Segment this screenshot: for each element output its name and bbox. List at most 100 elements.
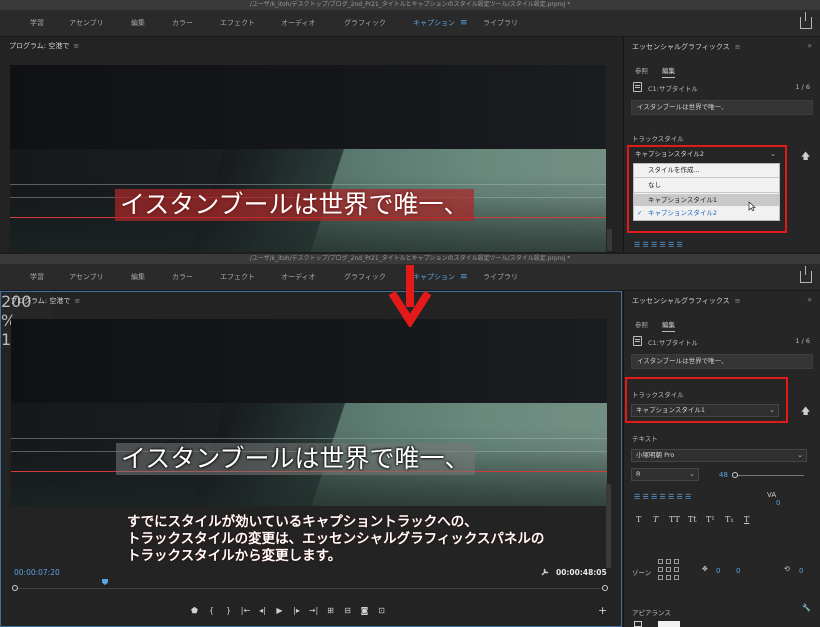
font-size-value[interactable]: 48 xyxy=(719,471,728,479)
down-arrow-icon xyxy=(388,265,432,327)
workspace-menu-icon[interactable]: ≡ xyxy=(460,10,468,37)
caption-text[interactable]: イスタンブールは世界で唯一、 xyxy=(115,189,474,221)
tab-captions[interactable]: キャプション xyxy=(413,10,455,37)
marker-icon[interactable]: ⬟ xyxy=(186,606,203,615)
tracking-value[interactable]: 0 xyxy=(776,499,780,507)
scrollbar[interactable] xyxy=(607,229,612,251)
window-title: /ユーザ/k_itoh/デスクトップ/ブログ_2nd_Pr21_タイトルとキャプ… xyxy=(0,0,820,10)
wrench-icon[interactable]: 🔧 xyxy=(802,604,811,612)
zone-grid-icon[interactable] xyxy=(658,559,663,564)
overwrite-icon[interactable]: ⊟ xyxy=(339,606,356,615)
tab-color[interactable]: カラー xyxy=(172,10,193,37)
zone-grid-icon[interactable] xyxy=(666,559,671,564)
share-icon[interactable] xyxy=(800,12,812,29)
share-icon[interactable] xyxy=(800,266,812,283)
font-value: 小塚明朝 Pro xyxy=(636,451,675,459)
step-back-icon[interactable]: ◂| xyxy=(254,606,271,615)
style-superscript-button[interactable]: T¹ xyxy=(706,515,715,524)
insert-icon[interactable]: ⊞ xyxy=(322,606,339,615)
playhead-icon[interactable] xyxy=(102,579,108,585)
expand-icon[interactable]: » xyxy=(807,41,812,50)
mark-out-icon[interactable]: } xyxy=(220,606,237,615)
video-frame[interactable]: イスタンブールは世界で唯一、 xyxy=(10,65,606,252)
font-size-slider[interactable] xyxy=(734,475,804,476)
align-icons[interactable]: ☰ ☰ ☰ ☰ ☰ ☰ ☰ xyxy=(634,493,691,501)
font-style-select[interactable]: R ⌄ xyxy=(631,468,699,481)
tab-editing[interactable]: 編集 xyxy=(131,264,145,291)
caption-text-field[interactable]: イスタンブールは世界で唯一、 xyxy=(631,354,813,369)
tab-learn[interactable]: 学習 xyxy=(30,264,44,291)
up-arrow-icon[interactable]: 🡅 xyxy=(801,149,810,165)
in-point-handle[interactable] xyxy=(12,585,18,591)
tab-effects[interactable]: エフェクト xyxy=(220,10,255,37)
font-size-slider-handle[interactable] xyxy=(732,472,738,478)
scrollbar[interactable] xyxy=(606,484,611,568)
tab-assembly[interactable]: アセンブリ xyxy=(69,264,104,291)
time-ruler[interactable] xyxy=(15,588,603,589)
tab-learn[interactable]: 学習 xyxy=(30,10,44,37)
tab-audio[interactable]: オーディオ xyxy=(281,264,316,291)
tracking-icon[interactable]: VA xyxy=(767,491,776,499)
add-button[interactable]: + xyxy=(598,604,607,617)
tab-graphics[interactable]: グラフィック xyxy=(344,264,386,291)
position-x-value[interactable]: 0 xyxy=(716,567,720,575)
font-select[interactable]: 小塚明朝 Pro ⌄ xyxy=(631,449,807,462)
tab-libraries[interactable]: ライブラリ xyxy=(483,264,518,291)
tab-assembly[interactable]: アセンブリ xyxy=(69,10,104,37)
essential-graphics-title: エッセンシャルグラフィックス ≡ xyxy=(632,43,741,51)
tab-effects[interactable]: エフェクト xyxy=(220,264,255,291)
tab-graphics[interactable]: グラフィック xyxy=(344,10,386,37)
style-subscript-button[interactable]: T₁ xyxy=(725,515,734,524)
workspace-menu-icon[interactable]: ≡ xyxy=(460,264,468,291)
track-count: 1 / 6 xyxy=(795,337,810,345)
up-arrow-icon[interactable]: 🡅 xyxy=(801,404,810,420)
expand-icon[interactable]: » xyxy=(807,295,812,304)
zone-grid-icon[interactable] xyxy=(674,575,679,580)
play-icon[interactable]: ▶ xyxy=(271,606,288,615)
font-style-value: R xyxy=(636,470,641,478)
tab-edit[interactable]: 編集 xyxy=(662,319,675,332)
style-bold-button[interactable]: T xyxy=(636,515,641,524)
style-underline-button[interactable]: T xyxy=(744,515,749,524)
step-forward-icon[interactable]: |▸ xyxy=(288,606,305,615)
rotation-value[interactable]: 0 xyxy=(799,567,803,575)
caption-text[interactable]: イスタンブールは世界で唯一、 xyxy=(116,443,475,475)
out-point-handle[interactable] xyxy=(602,585,608,591)
tab-color[interactable]: カラー xyxy=(172,264,193,291)
fill-color-swatch[interactable] xyxy=(658,621,680,627)
mark-in-icon[interactable]: { xyxy=(203,606,220,615)
go-to-out-icon[interactable]: →| xyxy=(305,606,322,615)
zone-grid-icon[interactable] xyxy=(666,567,671,572)
current-timecode[interactable]: 00:00:07:20 xyxy=(14,568,60,577)
zone-grid-icon[interactable] xyxy=(658,567,663,572)
tab-browse[interactable]: 参照 xyxy=(635,65,648,75)
program-monitor-title: プログラム: 空港で ≡ xyxy=(9,42,80,50)
tab-browse[interactable]: 参照 xyxy=(635,319,648,329)
zone-grid-icon[interactable] xyxy=(674,559,679,564)
panel-menu-icon[interactable]: ≡ xyxy=(74,297,80,305)
style-italic-button[interactable]: T xyxy=(653,515,658,524)
panel-menu-icon[interactable]: ≡ xyxy=(73,42,79,50)
track-style-label: トラックスタイル xyxy=(632,135,684,143)
camera-icon[interactable]: ◙ xyxy=(356,606,373,615)
panel-menu-icon[interactable]: ≡ xyxy=(735,297,741,305)
style-smallcaps-button[interactable]: Tt xyxy=(688,515,697,524)
panel-menu-icon[interactable]: ≡ xyxy=(735,43,741,51)
wrench-icon[interactable] xyxy=(540,567,550,577)
tab-libraries[interactable]: ライブラリ xyxy=(483,10,518,37)
go-to-in-icon[interactable]: |← xyxy=(237,606,254,615)
align-icons[interactable]: ☰ ☰ ☰ ☰ ☰ ☰ xyxy=(634,241,683,249)
annotation-box xyxy=(625,377,788,423)
fill-checkbox[interactable] xyxy=(634,621,642,627)
tab-edit[interactable]: 編集 xyxy=(662,65,675,78)
zone-grid-icon[interactable] xyxy=(674,567,679,572)
tab-editing[interactable]: 編集 xyxy=(131,10,145,37)
video-frame[interactable]: イスタンブールは世界で唯一、 xyxy=(11,319,607,506)
zone-grid-icon[interactable] xyxy=(658,575,663,580)
compare-icon[interactable]: ⊡ xyxy=(373,606,390,615)
caption-text-field[interactable]: イスタンブールは世界で唯一、 xyxy=(631,100,813,115)
zone-grid-icon[interactable] xyxy=(666,575,671,580)
style-allcaps-button[interactable]: TT xyxy=(669,515,680,524)
position-y-value[interactable]: 0 xyxy=(736,567,740,575)
tab-audio[interactable]: オーディオ xyxy=(281,10,316,37)
